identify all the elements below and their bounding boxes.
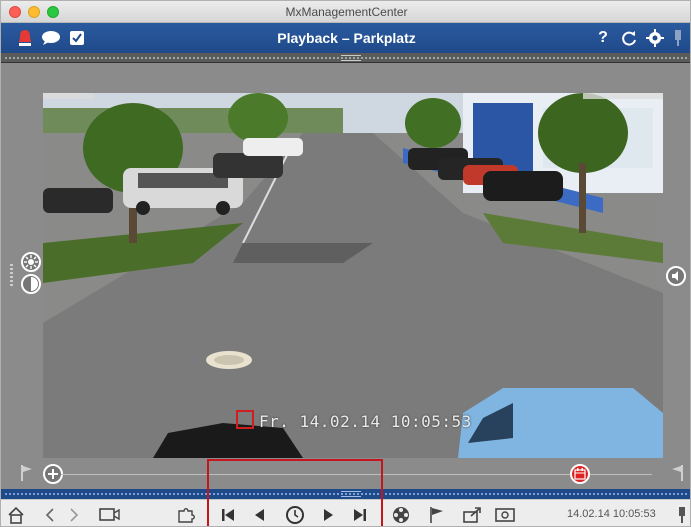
app-header: Playback – Parkplatz ? [1,23,690,53]
back-icon[interactable] [45,505,55,525]
refresh-icon[interactable] [619,28,639,48]
forward-icon[interactable] [69,505,79,525]
plus-icon[interactable] [43,464,63,484]
camera-timestamp-overlay: Fr. 14.02.14 10:05:53 [259,412,472,431]
contrast-icon[interactable] [21,274,41,294]
export-icon[interactable] [463,505,483,525]
header-resize-strip[interactable] [1,53,690,63]
brightness-icon[interactable] [21,252,41,272]
camera-view-icon[interactable] [99,505,121,525]
camera-image[interactable] [43,93,663,458]
help-icon[interactable]: ? [593,28,613,48]
playback-controls-highlight [207,459,383,526]
parking-lot-scene [43,93,663,458]
bookmark-flag-icon[interactable] [429,505,445,525]
window-title: MxManagementCenter [285,5,408,19]
snapshot-icon[interactable] [495,505,515,525]
end-flag-icon[interactable] [671,465,683,481]
speaker-icon[interactable] [666,266,686,286]
start-flag-icon[interactable] [21,465,33,481]
motion-marker-square [236,410,254,429]
home-icon[interactable] [7,505,25,525]
pin-icon[interactable] [671,28,685,48]
layout-puzzle-icon[interactable] [177,505,195,525]
window-titlebar: MxManagementCenter [1,1,690,23]
resize-grip[interactable] [341,55,361,61]
left-panel-grip[interactable] [10,264,13,286]
current-playback-time: 14.02.14 10:05:53 [567,508,656,520]
app-window: MxManagementCenter Playback – Parkplatz … [0,0,691,527]
film-reel-icon[interactable] [391,505,411,525]
toolbar-pin-icon[interactable] [677,505,687,525]
page-title: Playback – Parkplatz [277,30,416,46]
settings-gear-icon[interactable] [645,28,665,48]
calendar-icon[interactable] [570,464,590,484]
